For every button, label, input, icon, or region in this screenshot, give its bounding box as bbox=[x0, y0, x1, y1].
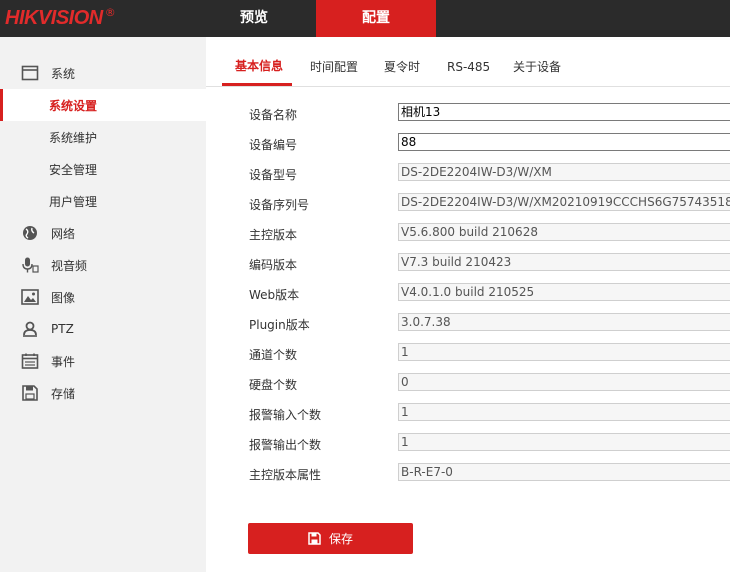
sidebar-item-label: 网络 bbox=[51, 226, 76, 241]
sidebar-item-security[interactable]: 安全管理 bbox=[0, 153, 206, 185]
network-globe-icon bbox=[23, 226, 37, 240]
event-calendar-icon bbox=[21, 353, 39, 369]
label-channel-count: 通道个数 bbox=[249, 348, 298, 362]
sidebar: 系统 系统设置 系统维护 安全管理 用户管理 网络 视音频 图像 PTZ 事件 … bbox=[0, 37, 206, 572]
label-plugin-version: Plugin版本 bbox=[249, 318, 310, 332]
alarm-output-count-field: 1 bbox=[398, 433, 730, 451]
sidebar-item-system[interactable]: 系统 bbox=[0, 57, 206, 89]
firmware-version-field: V5.6.800 build 210628 bbox=[398, 223, 730, 241]
alarm-input-count-field: 1 bbox=[398, 403, 730, 421]
channel-count-field: 1 bbox=[398, 343, 730, 361]
label-firmware-version: 主控版本 bbox=[249, 228, 298, 242]
serial-number-field: DS-2DE2204IW-D3/W/XM20210919CCCHS6G75743… bbox=[398, 193, 730, 211]
tab-rs485[interactable]: RS-485 bbox=[447, 37, 490, 87]
sidebar-item-label: 事件 bbox=[51, 354, 76, 369]
save-button[interactable]: 保存 bbox=[248, 523, 413, 554]
sidebar-item-network[interactable]: 网络 bbox=[0, 217, 206, 249]
device-model-field: DS-2DE2204IW-D3/W/XM bbox=[398, 163, 730, 181]
sidebar-item-ptz[interactable]: PTZ bbox=[0, 313, 206, 345]
top-bar: HIKVISION ® 预览 配置 bbox=[0, 0, 730, 37]
sidebar-item-system-settings[interactable]: 系统设置 bbox=[0, 89, 206, 121]
tab-about-device[interactable]: 关于设备 bbox=[513, 37, 561, 87]
logo-text: HIKVISION bbox=[5, 7, 103, 29]
sidebar-item-label: 用户管理 bbox=[49, 194, 98, 209]
label-serial-number: 设备序列号 bbox=[249, 198, 310, 212]
sidebar-item-video-audio[interactable]: 视音频 bbox=[0, 249, 206, 281]
hikvision-logo: HIKVISION ® bbox=[5, 6, 116, 30]
sidebar-item-label: 系统 bbox=[51, 66, 76, 81]
storage-save-icon bbox=[22, 385, 38, 401]
sidebar-item-label: 系统设置 bbox=[49, 98, 98, 113]
label-device-model: 设备型号 bbox=[249, 168, 298, 182]
save-button-label: 保存 bbox=[328, 532, 353, 546]
sidebar-item-label: 安全管理 bbox=[49, 162, 98, 177]
label-firmware-property: 主控版本属性 bbox=[249, 468, 322, 482]
device-number-input[interactable]: 88 bbox=[398, 133, 730, 151]
label-device-name: 设备名称 bbox=[249, 108, 298, 122]
ptz-person-icon bbox=[23, 321, 37, 337]
microphone-icon bbox=[22, 257, 39, 273]
tab-dst[interactable]: 夏令时 bbox=[384, 37, 420, 87]
config-tabs: 基本信息 时间配置 夏令时 RS-485 关于设备 bbox=[206, 37, 730, 87]
label-device-number: 设备编号 bbox=[249, 138, 298, 152]
label-alarm-input-count: 报警输入个数 bbox=[249, 408, 322, 422]
sidebar-item-label: 系统维护 bbox=[49, 130, 98, 145]
label-encoding-version: 编码版本 bbox=[249, 258, 298, 272]
sidebar-item-event[interactable]: 事件 bbox=[0, 345, 206, 377]
sidebar-item-label: 存储 bbox=[51, 386, 76, 401]
device-name-input[interactable]: 相机13 bbox=[398, 103, 730, 121]
system-window-icon bbox=[21, 65, 39, 81]
sidebar-item-user-management[interactable]: 用户管理 bbox=[0, 185, 206, 217]
sidebar-item-storage[interactable]: 存储 bbox=[0, 377, 206, 409]
sidebar-item-label: PTZ bbox=[51, 322, 74, 336]
nav-tab-preview[interactable]: 预览 bbox=[206, 0, 302, 37]
sidebar-item-image[interactable]: 图像 bbox=[0, 281, 206, 313]
encoding-version-field: V7.3 build 210423 bbox=[398, 253, 730, 271]
tab-time-settings[interactable]: 时间配置 bbox=[310, 37, 358, 87]
tabs-divider bbox=[206, 86, 730, 87]
save-floppy-icon bbox=[308, 532, 321, 545]
image-icon bbox=[21, 289, 39, 305]
sidebar-item-system-maintenance[interactable]: 系统维护 bbox=[0, 121, 206, 153]
label-alarm-output-count: 报警输出个数 bbox=[249, 438, 322, 452]
hdd-count-field: 0 bbox=[398, 373, 730, 391]
web-version-field: V4.0.1.0 build 210525 bbox=[398, 283, 730, 301]
logo-registered-mark: ® bbox=[104, 6, 116, 19]
plugin-version-field: 3.0.7.38 bbox=[398, 313, 730, 331]
label-web-version: Web版本 bbox=[249, 288, 300, 302]
label-hdd-count: 硬盘个数 bbox=[249, 378, 298, 392]
nav-tab-config[interactable]: 配置 bbox=[316, 0, 436, 37]
firmware-property-field: B-R-E7-0 bbox=[398, 463, 730, 481]
sidebar-item-label: 图像 bbox=[51, 290, 76, 305]
sidebar-item-label: 视音频 bbox=[51, 258, 88, 273]
tab-basic-info[interactable]: 基本信息 bbox=[235, 37, 283, 87]
